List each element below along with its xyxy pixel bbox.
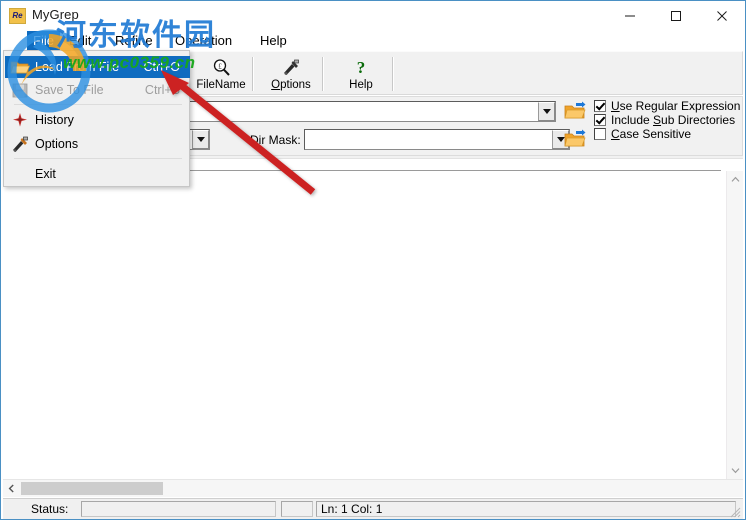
results-vertical-scrollbar[interactable]	[726, 171, 743, 479]
title-bar: Re MyGrep	[1, 1, 745, 31]
find-text-dropdown-arrow[interactable]	[538, 102, 555, 121]
dir-mask-input[interactable]	[305, 130, 552, 149]
menu-item-save-to-file[interactable]: Save To File Ctrl+S	[5, 79, 190, 101]
scroll-up-arrow-icon[interactable]	[727, 171, 744, 188]
close-button[interactable]	[699, 1, 745, 31]
menu-item-label: Save To File	[35, 83, 104, 97]
menu-item-exit[interactable]: Exit	[5, 163, 190, 185]
scroll-down-arrow-icon[interactable]	[727, 462, 744, 479]
toolbar-help-button[interactable]: ? Help	[326, 54, 396, 94]
svg-text:£: £	[218, 63, 222, 71]
menu-item-load-from-file[interactable]: Load From File Ctrl+O	[5, 56, 190, 78]
checkbox-label: Case Sensitive	[611, 127, 692, 141]
menu-item-shortcut: Ctrl+S	[144, 83, 180, 97]
maximize-button[interactable]	[653, 1, 699, 31]
magnifier-icon: £	[212, 58, 231, 78]
toolbar-options-button[interactable]: Options	[256, 54, 326, 94]
checkbox-label: Include Sub Directories	[611, 113, 736, 127]
toolbar-filename-button[interactable]: £ FileName	[186, 54, 256, 94]
menu-separator	[14, 104, 182, 105]
status-extra-field	[281, 501, 313, 517]
menu-edit[interactable]: Edit	[63, 31, 97, 50]
checkbox-box[interactable]	[594, 100, 606, 112]
status-label: Status:	[31, 502, 69, 516]
file-dropdown-menu: Load From File Ctrl+O Save To File Ctrl+…	[3, 50, 190, 187]
exit-icon-placeholder	[5, 163, 35, 185]
checkbox-include-sub-directories[interactable]: Include Sub Directories	[594, 113, 735, 127]
status-bar: Status: Ln: 1 Col: 1	[3, 498, 743, 519]
question-mark-icon: ?	[353, 58, 369, 78]
history-icon	[5, 109, 35, 131]
dir-mask-combo[interactable]	[304, 129, 570, 150]
window-controls	[607, 1, 745, 31]
window-title: MyGrep	[32, 7, 79, 22]
status-value-field	[81, 501, 276, 517]
checkbox-case-sensitive[interactable]: Case Sensitive	[594, 127, 691, 141]
toolbar-separator	[252, 57, 254, 91]
menu-item-options[interactable]: Options	[5, 133, 190, 155]
results-area[interactable]	[3, 159, 743, 479]
app-icon: Re	[9, 8, 26, 24]
horizontal-scrollbar[interactable]	[3, 479, 743, 497]
checkbox-box[interactable]	[594, 128, 606, 140]
toolbar-help-label: Help	[349, 78, 373, 91]
mygrep-window: Re MyGrep File Edit Refine Operation Hel…	[0, 0, 746, 520]
checkbox-box[interactable]	[594, 114, 606, 126]
checkbox-use-regular-expression[interactable]: Use Regular Expression	[594, 99, 740, 113]
tools-icon	[281, 58, 301, 78]
menu-separator	[14, 158, 182, 159]
horizontal-scrollbar-thumb[interactable]	[21, 482, 163, 495]
toolbar-options-label: Options	[271, 78, 311, 91]
menu-item-label: Exit	[35, 167, 56, 181]
open-folder-icon	[5, 56, 35, 78]
dir-mask-label: Dir Mask:	[250, 133, 301, 147]
save-disk-icon	[5, 79, 35, 101]
menu-item-shortcut: Ctrl+O	[143, 60, 180, 74]
scroll-left-arrow-icon[interactable]	[3, 480, 20, 497]
browse-folder-button-2[interactable]	[564, 129, 586, 149]
menu-file[interactable]: File	[27, 31, 60, 50]
checkbox-label: Use Regular Expression	[611, 99, 741, 113]
minimize-button[interactable]	[607, 1, 653, 31]
toolbar-filename-label: FileName	[196, 78, 246, 91]
resize-grip[interactable]	[728, 505, 741, 518]
menu-operation[interactable]: Operation	[169, 31, 238, 50]
menu-item-label: History	[35, 113, 74, 127]
file-mask-dropdown-arrow[interactable]	[192, 130, 209, 149]
menu-item-history[interactable]: History	[5, 109, 190, 131]
menu-help[interactable]: Help	[254, 31, 293, 50]
tools-icon	[5, 133, 35, 155]
menu-refine[interactable]: Refine	[109, 31, 159, 50]
toolbar-separator	[392, 57, 394, 91]
menu-item-label: Options	[35, 137, 79, 151]
toolbar-separator	[322, 57, 324, 91]
browse-folder-button-1[interactable]	[564, 101, 586, 121]
menu-item-label: Load From File	[35, 60, 120, 74]
line-column-indicator: Ln: 1 Col: 1	[321, 502, 383, 516]
menu-bar: File Edit Refine Operation Help	[1, 31, 745, 50]
svg-text:?: ?	[357, 58, 366, 77]
